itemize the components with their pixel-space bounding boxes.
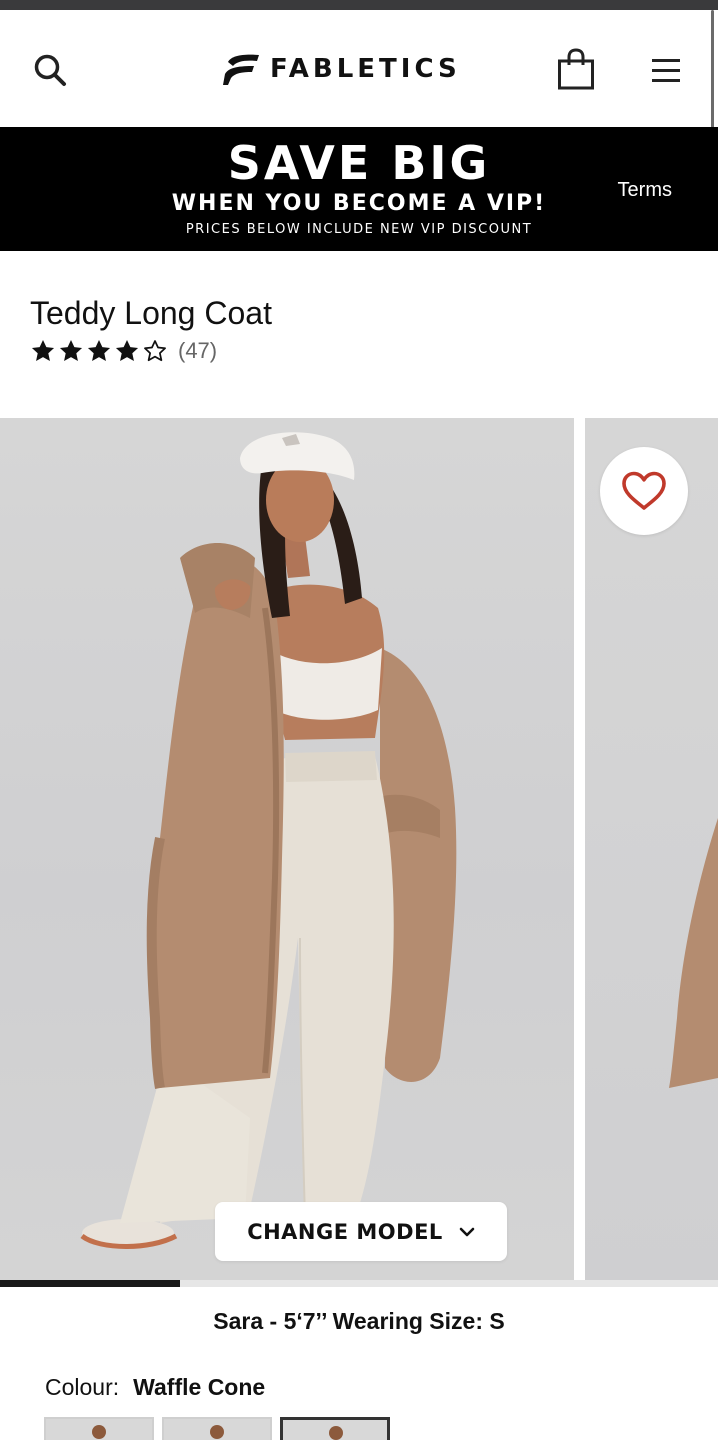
menu-button[interactable]: [644, 48, 688, 92]
carousel-progress-track: [0, 1280, 718, 1287]
brand-logo[interactable]: FABLETICS: [222, 50, 461, 88]
product-image-next[interactable]: [585, 418, 718, 1280]
promo-headline: SAVE BIG: [227, 136, 491, 190]
page-scrollbar[interactable]: [711, 10, 714, 128]
hamburger-menu-icon: [652, 59, 680, 82]
review-count[interactable]: (47): [178, 338, 217, 364]
site-header: FABLETICS: [0, 10, 718, 127]
heart-icon: [622, 471, 666, 510]
vip-promo-banner[interactable]: SAVE BIG WHEN YOU BECOME A VIP! PRICES B…: [0, 127, 718, 251]
status-bar-strip: [0, 0, 718, 10]
product-title: Teddy Long Coat: [30, 295, 272, 331]
colour-selector-heading: Colour: Waffle Cone: [45, 1374, 265, 1401]
search-icon: [34, 54, 66, 86]
carousel-progress-fill: [0, 1280, 180, 1287]
rating-row[interactable]: (47): [30, 336, 272, 366]
cart-button[interactable]: [552, 44, 600, 94]
change-model-button[interactable]: CHANGE MODEL: [215, 1202, 507, 1261]
star-full-icon: [31, 339, 55, 361]
fabletics-mark-icon: [223, 54, 259, 85]
swatch-thumbnail: [210, 1425, 224, 1439]
product-image-main[interactable]: [0, 418, 574, 1280]
model-photo-illustration: [80, 432, 457, 1249]
product-image-carousel[interactable]: CHANGE MODEL: [0, 418, 718, 1288]
shopping-bag-icon: [558, 48, 594, 90]
colour-swatches: [44, 1417, 390, 1440]
star-full-icon: [87, 339, 111, 361]
swatch-thumbnail: [92, 1425, 106, 1439]
star-full-icon: [59, 339, 83, 361]
colour-swatch[interactable]: [162, 1417, 272, 1440]
colour-swatch[interactable]: [44, 1417, 154, 1440]
brand-wordmark: FABLETICS: [270, 54, 461, 84]
promo-subheadline: WHEN YOU BECOME A VIP!: [171, 191, 547, 216]
change-model-label: CHANGE MODEL: [247, 1219, 443, 1244]
search-button[interactable]: [28, 48, 72, 92]
swatch-thumbnail: [329, 1426, 343, 1440]
product-title-block: Teddy Long Coat (47): [30, 292, 272, 366]
colour-label: Colour:: [45, 1374, 120, 1400]
promo-note: PRICES BELOW INCLUDE NEW VIP DISCOUNT: [185, 222, 533, 237]
add-to-favorites-button[interactable]: [600, 447, 688, 535]
chevron-down-icon: [459, 1227, 475, 1236]
colour-swatch[interactable]: [280, 1417, 390, 1440]
star-outline-icon: [144, 340, 166, 362]
star-full-icon: [115, 339, 139, 361]
model-size-info: Sara - 5‘7’’ Wearing Size: S: [213, 1308, 505, 1334]
colour-value: Waffle Cone: [133, 1374, 266, 1400]
model-photo-illustration-next: [669, 818, 718, 1088]
terms-link[interactable]: Terms: [618, 179, 672, 202]
